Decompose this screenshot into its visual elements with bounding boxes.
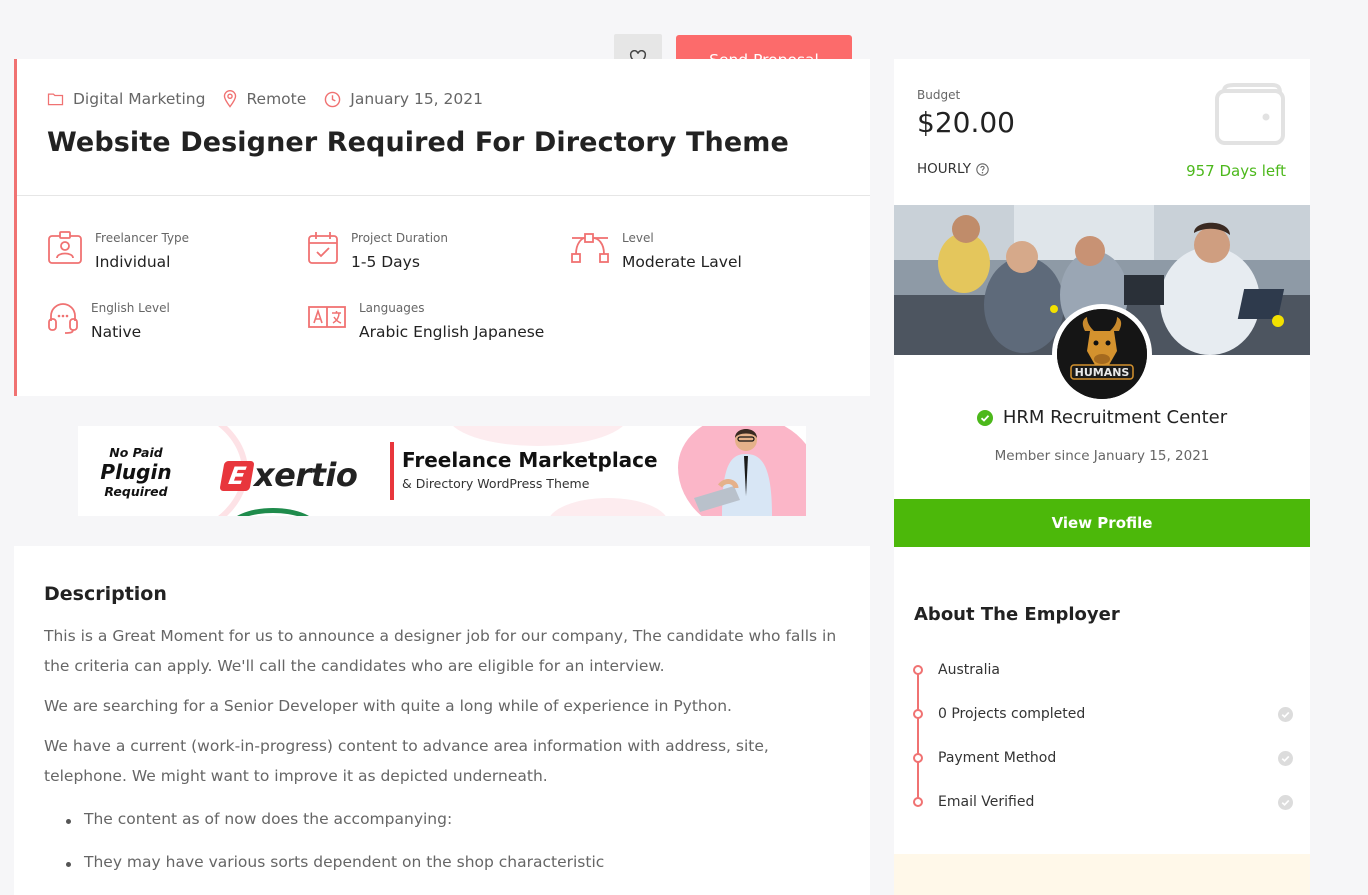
timeline-line	[917, 673, 919, 803]
job-location-label: Remote	[246, 90, 307, 108]
job-category[interactable]: Digital Marketing	[47, 90, 205, 108]
attr-value: Individual	[95, 253, 171, 271]
banner-decoration	[448, 426, 628, 446]
banner-plugin: Plugin	[100, 460, 172, 484]
days-left: 957 Days left	[1186, 162, 1286, 180]
id-card-icon	[48, 231, 82, 264]
job-title: Website Designer Required For Directory …	[47, 127, 789, 158]
attr-value: Native	[91, 323, 142, 341]
banner-decoration	[548, 498, 668, 516]
exertio-logo-mark: E	[219, 461, 255, 491]
attr-label: Project Duration	[351, 231, 448, 245]
view-profile-button[interactable]: View Profile	[894, 499, 1310, 547]
timeline-dot	[913, 753, 923, 763]
banner-no-paid-plugin: No Paid Plugin Required	[88, 444, 184, 500]
sidebar-footer-panel	[894, 854, 1310, 895]
employer-sidebar: Budget $20.00 HOURLY 957 Days left HUMAN…	[894, 59, 1310, 895]
banner-decoration	[228, 508, 318, 516]
job-date-label: January 15, 2021	[350, 90, 483, 108]
about-item-text: Australia	[938, 662, 1000, 678]
help-icon[interactable]	[976, 162, 989, 176]
about-item-payment: Payment Method	[913, 748, 1293, 768]
budget-label: Budget	[917, 88, 961, 102]
exertio-logo-text: xertio	[254, 456, 358, 494]
timeline-dot	[913, 709, 923, 719]
description-card: Description This is a Great Moment for u…	[14, 546, 870, 895]
about-item-email: Email Verified	[913, 792, 1293, 812]
attr-value: Arabic English Japanese	[359, 323, 545, 341]
wallet-icon	[1215, 83, 1285, 145]
check-circle-icon	[1278, 794, 1293, 810]
check-circle-icon	[1278, 750, 1293, 766]
attr-level: Level Moderate Lavel	[570, 231, 742, 271]
description-title: Description	[44, 583, 167, 605]
attr-label: Freelancer Type	[95, 231, 190, 245]
banner-subline: & Directory WordPress Theme	[402, 476, 590, 491]
avatar-text: HUMANS	[1075, 366, 1130, 379]
employer-name-label: HRM Recruitment Center	[1002, 407, 1228, 428]
map-pin-icon	[224, 90, 237, 108]
rate-type: HOURLY	[917, 161, 989, 177]
employer-avatar[interactable]: HUMANS	[1052, 304, 1152, 404]
attr-value: Moderate Lavel	[622, 253, 742, 271]
attr-value: 1-5 Days	[351, 253, 420, 271]
about-item-text: Payment Method	[938, 750, 1057, 766]
attr-english-level: English Level Native	[47, 301, 170, 341]
calendar-check-icon	[308, 232, 338, 264]
rate-type-label: HOURLY	[917, 161, 972, 177]
about-item-location: Australia	[913, 660, 1293, 680]
attr-label: Languages	[359, 301, 425, 315]
attr-label: Level	[622, 231, 654, 245]
banner-required: Required	[104, 484, 168, 499]
check-circle-icon	[1278, 706, 1293, 722]
description-paragraph: We are searching for a Senior Developer …	[44, 697, 732, 715]
description-paragraph: We have a current (work-in-progress) con…	[44, 737, 769, 785]
member-since: Member since January 15, 2021	[994, 448, 1210, 464]
attr-project-duration: Project Duration 1-5 Days	[307, 231, 448, 271]
header-divider	[17, 195, 870, 196]
job-meta: Digital Marketing Remote January 15, 202…	[47, 90, 501, 108]
verified-check-icon	[976, 409, 993, 426]
employer-name[interactable]: HRM Recruitment Center	[894, 407, 1310, 428]
job-date: January 15, 2021	[324, 90, 483, 108]
description-paragraph: This is a Great Moment for us to announc…	[44, 627, 837, 675]
about-item-projects: 0 Projects completed	[913, 704, 1293, 724]
about-item-text: Email Verified	[938, 794, 1035, 810]
promo-banner[interactable]: No Paid Plugin Required Exertio Freelanc…	[78, 426, 806, 516]
banner-no-paid: No Paid	[109, 445, 163, 460]
about-employer-title: About The Employer	[914, 604, 1120, 625]
timeline-dot	[913, 665, 923, 675]
attr-freelancer-type: Freelancer Type Individual	[47, 231, 189, 271]
attr-label: English Level	[91, 301, 170, 315]
folder-icon	[47, 93, 64, 106]
attr-languages: Languages Arabic English Japanese	[307, 301, 544, 341]
job-header-card: Digital Marketing Remote January 15, 202…	[14, 59, 870, 396]
about-item-text: 0 Projects completed	[938, 706, 1086, 722]
banner-headline: Freelance Marketplace	[402, 448, 658, 472]
job-location: Remote	[223, 90, 306, 108]
timeline-dot	[913, 797, 923, 807]
description-bullet: They may have various sorts dependent on…	[65, 853, 605, 871]
headset-icon	[48, 303, 78, 334]
description-bullet: The content as of now does the accompany…	[65, 810, 453, 828]
translate-icon	[308, 306, 346, 328]
clock-icon	[324, 91, 341, 107]
job-category-label: Digital Marketing	[73, 90, 206, 108]
exertio-logo: Exertio	[219, 456, 358, 494]
vector-path-icon	[571, 233, 609, 263]
banner-accent-bar	[390, 442, 394, 500]
budget-amount: $20.00	[917, 106, 1015, 139]
banner-person-illustration	[694, 429, 772, 516]
humans-bull-logo: HUMANS	[1057, 309, 1147, 399]
